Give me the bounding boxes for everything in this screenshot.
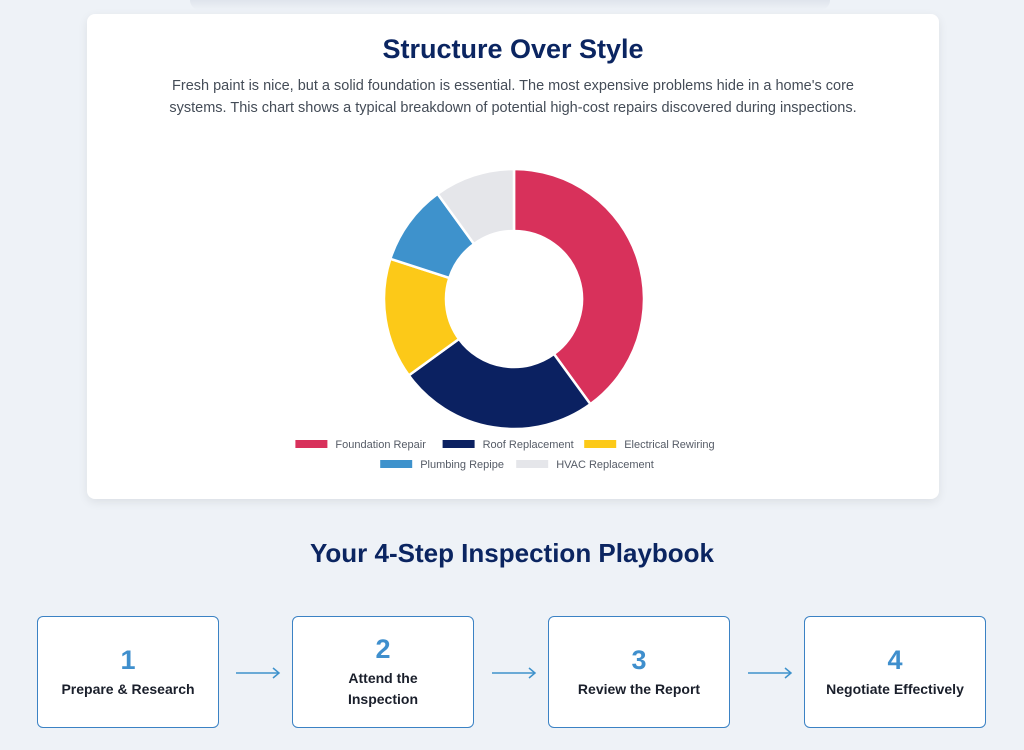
step-number: 2 — [375, 634, 391, 664]
top-shadow — [190, 0, 830, 10]
step-number: 1 — [120, 644, 136, 675]
legend-item[interactable]: Electrical Rewiring — [584, 439, 715, 451]
playbook-title: Your 4-Step Inspection Playbook — [309, 538, 715, 568]
legend-swatch — [442, 440, 475, 448]
arrow-right-icon — [492, 667, 537, 679]
legend-swatch — [516, 460, 549, 468]
step-card-4: 4 Negotiate Effectively — [804, 616, 986, 728]
legend-item[interactable]: Foundation Repair — [295, 439, 426, 451]
legend-swatch — [295, 440, 328, 448]
step-card-1: 1 Prepare & Research — [37, 616, 219, 728]
legend-label: Electrical Rewiring — [624, 439, 714, 451]
legend-swatch — [380, 460, 413, 468]
legend-swatch — [584, 440, 617, 448]
step-label: Negotiate Effectively — [826, 680, 964, 697]
step-label: Attend the Inspection — [347, 670, 418, 707]
legend-label: Plumbing Repipe — [420, 459, 504, 471]
doughnut-chart: Foundation Repair Roof Replacement Electri… — [295, 167, 715, 471]
chart-card: Structure Over Style Fresh paint is nice… — [87, 14, 939, 499]
legend-label: Foundation Repair — [335, 439, 426, 451]
arrow-right-icon — [236, 667, 281, 679]
step-card-2: 2 Attend the Inspection — [292, 616, 474, 728]
step-number: 3 — [631, 644, 647, 675]
legend-label: HVAC Replacement — [556, 459, 654, 471]
legend-item[interactable]: HVAC Replacement — [516, 459, 654, 471]
step-number: 4 — [887, 644, 903, 675]
legend-item[interactable]: Roof Replacement — [442, 439, 574, 451]
step-label: Prepare & Research — [61, 680, 195, 697]
legend-item[interactable]: Plumbing Repipe — [380, 459, 504, 471]
arrow-right-icon — [748, 667, 793, 679]
legend-label: Roof Replacement — [483, 439, 574, 451]
step-card-3: 3 Review the Report — [548, 616, 730, 728]
step-label: Review the Report — [577, 680, 701, 697]
